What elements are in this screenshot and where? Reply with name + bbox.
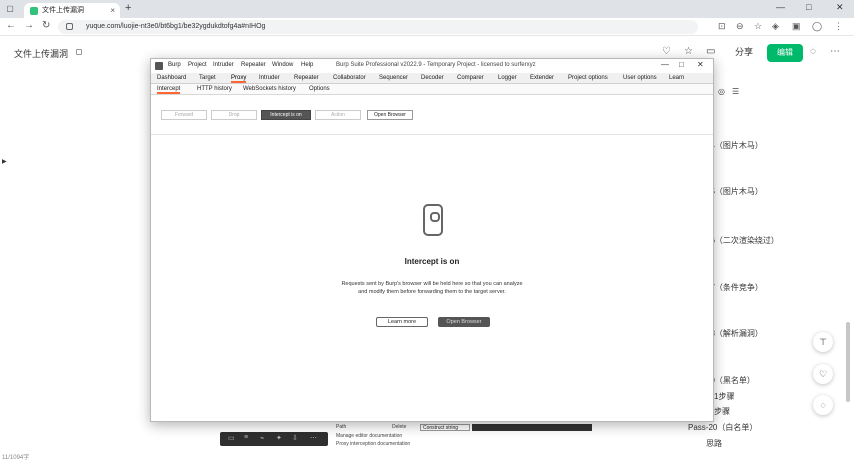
browser-tab-title: 文件上传漏洞 bbox=[42, 7, 84, 14]
fragment-row: Proxy interception documentation bbox=[336, 441, 411, 447]
lock-icon bbox=[76, 49, 82, 55]
subtab-http-history[interactable]: HTTP history bbox=[197, 86, 232, 92]
burp-close-icon[interactable]: ✕ bbox=[697, 60, 704, 69]
burp-minimize-icon[interactable]: — bbox=[661, 60, 669, 69]
back-to-top-button[interactable]: ⊤ bbox=[813, 332, 833, 352]
yuque-favicon-icon bbox=[30, 7, 38, 15]
burp-titlebar: Burp Project Intruder Repeater Window He… bbox=[151, 59, 713, 73]
address-bar[interactable]: yuque.com/luojie-nt3e0/bt6bg1/be32ygdukd… bbox=[58, 20, 698, 34]
outline-item[interactable]: 17（条件竞争） bbox=[706, 282, 763, 293]
outline-item[interactable]: 14（图片木马） bbox=[706, 140, 763, 151]
browser-tab[interactable]: 文件上传漏洞 × bbox=[24, 3, 120, 18]
doc-outline: ◎ ☰ 路 14（图片木马） 路 15（图片木马） 路 16（二次渲染绕过） 路… bbox=[688, 0, 836, 464]
outline-toggle-icon[interactable]: ◎ bbox=[718, 87, 725, 96]
intercept-action-bar: Forward Drop Intercept is on Action Open… bbox=[151, 95, 713, 135]
tab-intruder[interactable]: Intruder bbox=[259, 75, 280, 81]
action-button[interactable]: Action bbox=[315, 110, 361, 120]
menu-intruder[interactable]: Intruder bbox=[213, 62, 234, 68]
outline-item[interactable]: 15（图片木马） bbox=[706, 186, 763, 197]
menu-repeater[interactable]: Repeater bbox=[241, 62, 266, 68]
star-icon[interactable]: ☆ bbox=[684, 46, 693, 57]
more-icon[interactable]: ⋯ bbox=[310, 434, 317, 442]
tab-user-options[interactable]: User options bbox=[623, 75, 657, 81]
download-icon[interactable]: ⇩ bbox=[292, 434, 298, 442]
outline-item[interactable]: 18（解析漏洞） bbox=[706, 328, 763, 339]
forward-button[interactable]: Forward bbox=[161, 110, 207, 120]
word-count: 11/1094字 bbox=[2, 455, 30, 461]
learn-more-button[interactable]: Learn more bbox=[376, 317, 428, 327]
intercept-description: Requests sent by Burp's browser will be … bbox=[341, 281, 523, 295]
image-toolbar: ▭ ≡ ⌁ ✦ ⇩ ⋯ bbox=[220, 432, 328, 446]
fragment-row: Path bbox=[336, 424, 347, 430]
open-browser-button[interactable]: Open Browser bbox=[367, 110, 413, 120]
close-tab-icon[interactable]: × bbox=[110, 3, 115, 18]
subtab-intercept[interactable]: Intercept bbox=[157, 86, 181, 94]
tool-icon[interactable]: ✦ bbox=[276, 434, 282, 442]
tab-sequencer[interactable]: Sequencer bbox=[379, 75, 408, 81]
tab-extender[interactable]: Extender bbox=[530, 75, 554, 81]
tab-target[interactable]: Target bbox=[199, 75, 216, 81]
outline-item[interactable]: Pass-20（白名单） bbox=[688, 422, 757, 433]
doc-title: 文件上传漏洞 bbox=[14, 49, 69, 59]
open-browser-main-button[interactable]: Open Browser bbox=[438, 317, 490, 327]
tab-proxy[interactable]: Proxy bbox=[231, 75, 247, 83]
collapse-sidebar-icon[interactable]: ▶ bbox=[2, 158, 7, 165]
menu-project[interactable]: Project bbox=[188, 62, 207, 68]
tab-dashboard[interactable]: Dashboard bbox=[157, 75, 186, 81]
tab-comparer[interactable]: Comparer bbox=[457, 75, 484, 81]
like-float-button[interactable]: ♡ bbox=[813, 364, 833, 384]
scrollbar[interactable] bbox=[846, 322, 850, 402]
fragment-row: Manage editor documentation bbox=[336, 433, 403, 439]
comment-float-button[interactable]: ◌ bbox=[813, 395, 833, 415]
burp-maximize-icon[interactable]: □ bbox=[679, 60, 684, 69]
menu-window[interactable]: Window bbox=[272, 62, 293, 68]
site-info-icon[interactable] bbox=[66, 23, 73, 30]
menu-help[interactable]: Help bbox=[301, 62, 313, 68]
outline-item[interactable]: 16（二次渲染绕过） bbox=[706, 235, 779, 246]
tab-project-options[interactable]: Project options bbox=[568, 75, 608, 81]
burp-window: Burp Project Intruder Repeater Window He… bbox=[150, 58, 714, 422]
embedded-screenshot-fragment: Path Delete Construct string Manage edit… bbox=[336, 424, 596, 460]
address-url: yuque.com/luojie-nt3e0/bt6bg1/be32ygdukd… bbox=[86, 23, 266, 30]
burp-title: Burp Suite Professional v2022.9 - Tempor… bbox=[336, 62, 536, 68]
burp-logo-icon bbox=[155, 62, 163, 70]
like-icon[interactable]: ♡ bbox=[662, 46, 671, 57]
menu-burp[interactable]: Burp bbox=[168, 62, 181, 68]
tab-logger[interactable]: Logger bbox=[498, 75, 517, 81]
tab-search-icon[interactable]: ▢ bbox=[4, 3, 16, 15]
fragment-bar bbox=[472, 424, 592, 431]
proxy-subtabs: Intercept HTTP history WebSockets histor… bbox=[151, 84, 713, 95]
fragment-row: Delete bbox=[392, 424, 407, 430]
intercept-device-icon bbox=[423, 204, 443, 236]
new-tab-button[interactable]: + bbox=[125, 2, 131, 14]
burp-main-tabs: Dashboard Target Proxy Intruder Repeater… bbox=[151, 73, 713, 84]
tab-collaborator[interactable]: Collaborator bbox=[333, 75, 366, 81]
tab-learn[interactable]: Learn bbox=[669, 75, 684, 81]
text-icon[interactable]: ▭ bbox=[228, 434, 235, 442]
reload-icon[interactable]: ↻ bbox=[42, 20, 50, 31]
fragment-box: Construct string bbox=[420, 424, 470, 431]
subtab-websockets-history[interactable]: WebSockets history bbox=[243, 86, 296, 92]
drop-button[interactable]: Drop bbox=[211, 110, 257, 120]
subtab-options[interactable]: Options bbox=[309, 86, 330, 92]
outline-item[interactable]: 思路 bbox=[706, 438, 722, 449]
link-icon[interactable]: ⌁ bbox=[260, 434, 264, 442]
intercept-toggle-button[interactable]: Intercept is on bbox=[261, 110, 311, 120]
tab-repeater[interactable]: Repeater bbox=[294, 75, 319, 81]
intercept-title: Intercept is on bbox=[404, 257, 460, 266]
back-icon[interactable]: ← bbox=[6, 20, 16, 31]
forward-icon[interactable]: → bbox=[24, 20, 34, 31]
tab-decoder[interactable]: Decoder bbox=[421, 75, 444, 81]
outline-list-icon[interactable]: ☰ bbox=[732, 87, 739, 96]
align-icon[interactable]: ≡ bbox=[244, 434, 248, 441]
close-window-icon[interactable]: ✕ bbox=[836, 2, 844, 13]
